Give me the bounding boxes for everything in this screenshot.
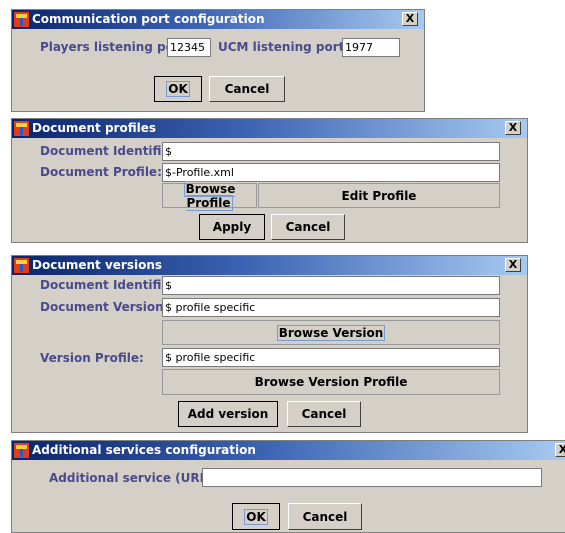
add-version-button[interactable]: Add version — [178, 401, 278, 427]
dialog-title: Document profiles — [32, 121, 157, 135]
browse-version-profile-label: Browse Version Profile — [254, 375, 408, 389]
ok-button[interactable]: OK — [154, 76, 202, 102]
service-url-label: Additional service (URL): — [49, 471, 218, 485]
title-bar[interactable]: Document versions X — [12, 256, 527, 275]
document-identifier-input[interactable]: $ — [162, 142, 500, 161]
cancel-button-label: Cancel — [301, 407, 347, 421]
cancel-button[interactable]: Cancel — [271, 214, 345, 240]
app-icon — [14, 443, 29, 458]
document-profiles-dialog: Document profiles X Document Identifier:… — [11, 118, 528, 243]
document-identifier-input[interactable]: $ — [162, 276, 500, 295]
cancel-button-label: Cancel — [224, 82, 270, 96]
apply-button[interactable]: Apply — [199, 214, 265, 240]
ok-button-label: OK — [166, 81, 190, 97]
apply-button-label: Apply — [212, 220, 252, 234]
players-port-label: Players listening port — [40, 40, 186, 54]
ucm-port-label: UCM listening port — [218, 40, 345, 54]
close-icon[interactable]: X — [505, 258, 521, 272]
cancel-button[interactable]: Cancel — [209, 76, 285, 102]
title-bar[interactable]: Additional services configuration X — [12, 441, 565, 460]
add-version-label: Add version — [187, 407, 269, 421]
additional-services-dialog: Additional services configuration X Addi… — [11, 440, 565, 533]
document-version-label: Document Version: — [40, 300, 169, 314]
document-identifier-label: Document Identifier: — [40, 144, 181, 158]
close-icon[interactable]: X — [505, 121, 521, 135]
browse-version-button[interactable]: Browse Version — [162, 320, 500, 345]
document-versions-dialog: Document versions X Document Identifier:… — [11, 255, 528, 433]
players-port-input[interactable]: 12345 — [167, 38, 211, 57]
title-bar[interactable]: Document profiles X — [12, 119, 527, 138]
app-icon — [14, 121, 29, 136]
dialog-title: Document versions — [32, 258, 163, 272]
browse-profile-label: Browse Profile — [183, 180, 236, 211]
communication-port-dialog: Communication port configuration X Playe… — [11, 9, 425, 112]
app-icon — [14, 12, 29, 27]
edit-profile-label: Edit Profile — [341, 188, 417, 203]
document-identifier-label: Document Identifier: — [40, 278, 181, 292]
cancel-button[interactable]: Cancel — [287, 401, 361, 427]
close-icon[interactable]: X — [555, 443, 565, 457]
version-profile-label: Version Profile: — [40, 351, 144, 365]
service-url-input[interactable] — [202, 468, 542, 487]
document-version-input[interactable]: $ profile specific — [162, 298, 500, 317]
app-icon — [14, 258, 29, 273]
browse-profile-button[interactable]: Browse Profile — [162, 180, 257, 211]
version-profile-input[interactable]: $ profile specific — [162, 348, 500, 367]
ok-button-label: OK — [244, 508, 268, 525]
title-bar[interactable]: Communication port configuration X — [12, 10, 424, 29]
document-profile-label: Document Profile: — [40, 165, 162, 179]
cancel-button[interactable]: Cancel — [288, 503, 362, 530]
browse-version-profile-button[interactable]: Browse Version Profile — [162, 369, 500, 395]
document-profile-input[interactable]: $-Profile.xml — [162, 163, 500, 182]
cancel-button-label: Cancel — [285, 220, 331, 234]
ok-button[interactable]: OK — [232, 503, 280, 530]
browse-version-label: Browse Version — [276, 324, 386, 341]
edit-profile-button[interactable]: Edit Profile — [258, 183, 500, 208]
cancel-button-label: Cancel — [302, 509, 348, 524]
ucm-port-input[interactable]: 1977 — [342, 38, 400, 57]
close-icon[interactable]: X — [402, 12, 418, 26]
dialog-title: Communication port configuration — [32, 12, 265, 26]
dialog-title: Additional services configuration — [32, 443, 256, 457]
